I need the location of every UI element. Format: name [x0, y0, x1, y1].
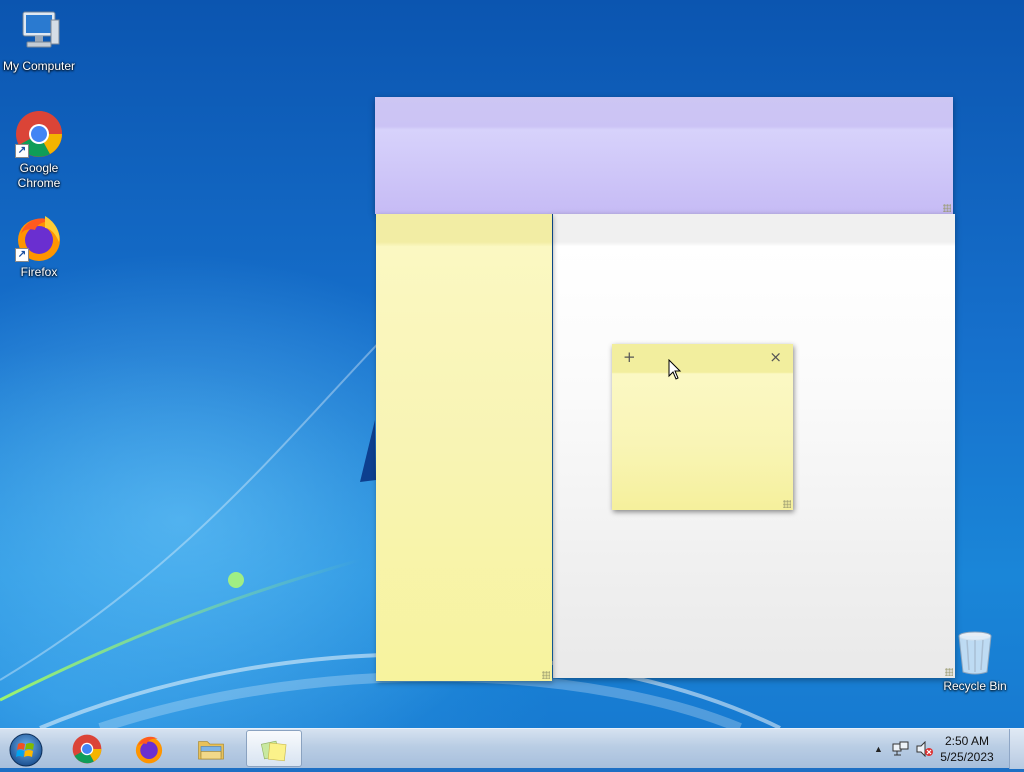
firefox-icon [135, 736, 163, 764]
sticky-note-purple[interactable] [375, 97, 953, 214]
start-button[interactable] [6, 731, 46, 767]
chrome-icon [72, 734, 102, 764]
close-note-button[interactable]: × [769, 350, 782, 365]
recycle-bin-icon [955, 630, 995, 676]
desktop-icon-label: My Computer [2, 59, 76, 73]
mouse-cursor-icon [668, 359, 682, 380]
sticky-note-yellow-small[interactable]: + × [612, 344, 793, 510]
chrome-icon: ↗ [15, 110, 63, 158]
taskbar: ▲ 2:50 AM 5/25/2023 [0, 728, 1024, 769]
clock-time: 2:50 AM [944, 734, 990, 748]
resize-grip[interactable] [783, 500, 791, 508]
system-tray: ▲ 2:50 AM 5/25/2023 [864, 729, 1024, 769]
shortcut-arrow-icon: ↗ [15, 248, 29, 262]
show-hidden-icons-button[interactable]: ▲ [874, 744, 883, 754]
taskbar-sticky-notes-button[interactable] [246, 730, 302, 767]
resize-grip[interactable] [542, 671, 550, 679]
desktop-icon-google-chrome[interactable]: ↗ Google Chrome [0, 110, 78, 191]
computer-icon [15, 8, 63, 56]
sticky-note-yellow-tall[interactable] [376, 214, 552, 681]
new-note-button[interactable]: + [623, 350, 636, 365]
taskbar-clock[interactable]: 2:50 AM 5/25/2023 [932, 733, 1002, 765]
windows-logo-icon [9, 733, 43, 767]
taskbar-explorer-button[interactable] [184, 730, 240, 767]
resize-grip[interactable] [945, 668, 953, 676]
network-icon[interactable] [892, 741, 910, 757]
desktop-icon-label: Firefox [20, 265, 58, 279]
clock-date: 5/25/2023 [940, 750, 994, 764]
folder-icon [198, 741, 224, 760]
desktop-icon-label: Recycle Bin [943, 679, 1007, 693]
desktop-icon-my-computer[interactable]: My Computer [0, 8, 78, 74]
show-desktop-button[interactable] [1009, 729, 1024, 769]
resize-grip[interactable] [943, 204, 951, 212]
firefox-icon: ↗ [15, 214, 63, 262]
sticky-notes-icon [260, 740, 287, 762]
desktop-icon-label-line2: Chrome [17, 176, 61, 190]
desktop-icon-label: Google [19, 161, 59, 175]
desktop-icon-firefox[interactable]: ↗ Firefox [0, 214, 78, 280]
taskbar-chrome-button[interactable] [60, 730, 116, 767]
shortcut-arrow-icon: ↗ [15, 144, 29, 158]
taskbar-firefox-button[interactable] [122, 730, 178, 767]
